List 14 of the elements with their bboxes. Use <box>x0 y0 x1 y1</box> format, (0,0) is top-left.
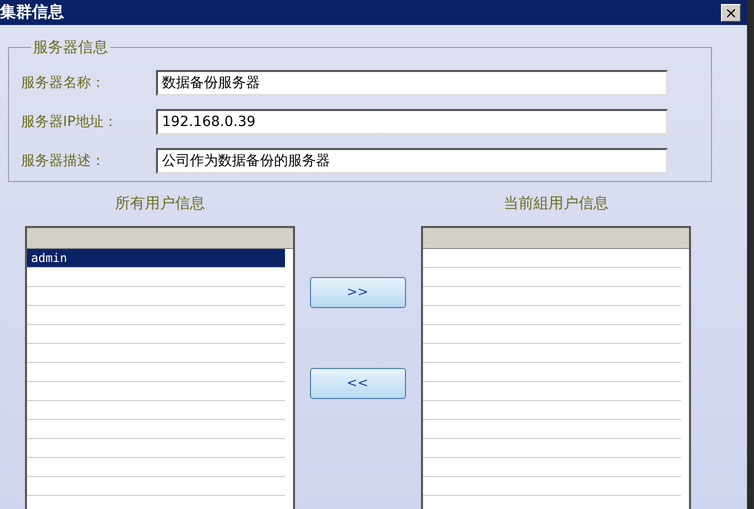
input-field[interactable]: 公司作为数据备份的服务器 <box>156 148 668 174</box>
window-title: 集群信息 <box>0 2 64 23</box>
close-button[interactable]: × <box>721 4 741 22</box>
list-item[interactable]: admin <box>27 249 285 268</box>
field-label: 服务器名称： <box>21 74 106 92</box>
list-title: 当前組用户信息 <box>504 194 608 214</box>
move-button[interactable]: >> <box>310 277 406 308</box>
input-field[interactable]: 192.168.0.39 <box>156 108 668 134</box>
input-field[interactable]: 数据备份服务器 <box>156 70 668 96</box>
move-button[interactable]: << <box>310 368 406 399</box>
group-title: 服务器信息 <box>32 38 109 57</box>
field-label: 服务器IP地址： <box>21 112 119 130</box>
field-label: 服务器描述： <box>21 152 106 170</box>
list-title: 所有用户信息 <box>115 194 205 214</box>
